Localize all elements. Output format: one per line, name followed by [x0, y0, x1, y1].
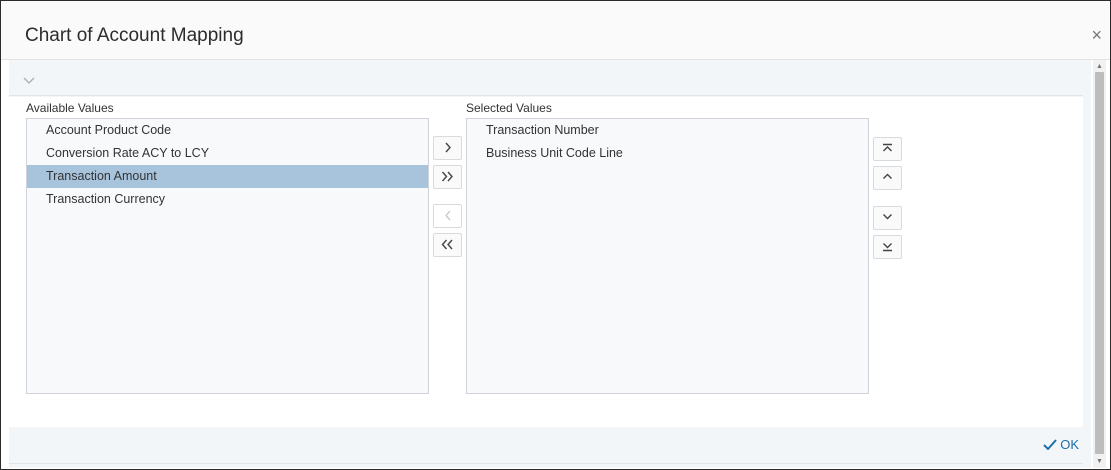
move-to-bottom-button[interactable]: [873, 235, 902, 259]
dialog-footer: OK: [9, 427, 1083, 468]
chevron-down-icon: [883, 214, 892, 220]
dialog-title: Chart of Account Mapping: [25, 25, 244, 46]
move-right-button[interactable]: [433, 136, 462, 160]
scroll-thumb[interactable]: [1095, 72, 1104, 454]
chart-of-account-mapping-dialog: Chart of Account Mapping × Available Val…: [0, 0, 1111, 470]
move-all-left-button[interactable]: [433, 233, 462, 257]
selected-values-listbox[interactable]: Transaction Number Business Unit Code Lin…: [466, 118, 869, 394]
move-to-top-button[interactable]: [873, 137, 902, 161]
list-item[interactable]: Transaction Currency: [27, 188, 428, 211]
scroll-down-arrow-icon[interactable]: ▼: [1095, 457, 1104, 466]
chevron-down-icon[interactable]: [23, 72, 35, 84]
dialog-body: Available Values Account Product Code Con…: [9, 60, 1091, 468]
chevron-right-icon: [444, 142, 451, 153]
selected-values-label: Selected Values: [466, 101, 552, 115]
footer-divider: [9, 463, 1083, 464]
ok-button[interactable]: OK: [1043, 437, 1079, 452]
checkmark-icon: [1043, 439, 1057, 450]
list-item[interactable]: Business Unit Code Line: [467, 142, 868, 165]
move-left-button[interactable]: [433, 204, 462, 228]
shuttle-content: Available Values Account Product Code Con…: [9, 97, 1083, 427]
double-chevron-left-icon: [441, 239, 453, 250]
list-item[interactable]: Transaction Amount: [27, 165, 428, 188]
dialog-scrollbar[interactable]: ▲ ▼: [1093, 60, 1106, 468]
dialog-header: Chart of Account Mapping ×: [1, 1, 1110, 60]
list-item[interactable]: Account Product Code: [27, 119, 428, 142]
collapse-row: [9, 60, 1083, 96]
close-icon[interactable]: ×: [1091, 26, 1102, 44]
double-chevron-right-icon: [441, 171, 453, 182]
move-down-button[interactable]: [873, 206, 902, 230]
move-to-top-icon: [883, 143, 892, 152]
move-to-bottom-icon: [883, 243, 892, 252]
available-values-label: Available Values: [26, 101, 114, 115]
available-values-listbox[interactable]: Account Product Code Conversion Rate ACY …: [26, 118, 429, 394]
list-item[interactable]: Conversion Rate ACY to LCY: [27, 142, 428, 165]
chevron-up-icon: [883, 173, 892, 179]
scroll-up-arrow-icon[interactable]: ▲: [1095, 62, 1104, 71]
chevron-left-icon: [444, 210, 451, 221]
ok-label: OK: [1060, 437, 1079, 452]
move-all-right-button[interactable]: [433, 165, 462, 189]
move-up-button[interactable]: [873, 166, 902, 190]
list-item[interactable]: Transaction Number: [467, 119, 868, 142]
